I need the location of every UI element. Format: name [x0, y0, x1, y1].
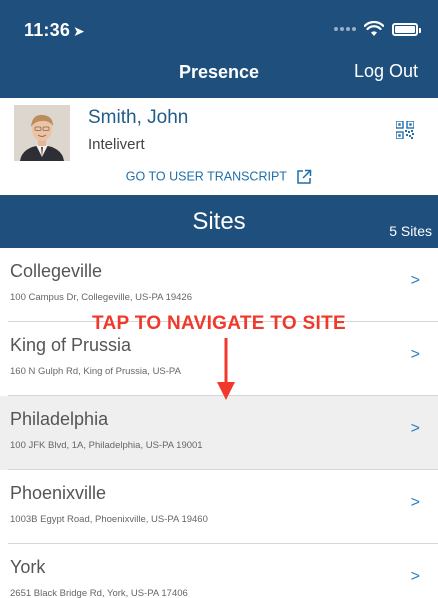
site-row-phoenixville[interactable]: Phoenixville 1003B Egypt Road, Phoenixvi… — [0, 470, 438, 544]
arrow-down-icon — [217, 338, 235, 400]
site-name: York — [10, 557, 46, 577]
chevron-right-icon: > — [410, 494, 420, 511]
site-row-collegeville[interactable]: Collegeville 100 Campus Dr, Collegeville… — [0, 248, 438, 322]
sites-title: Sites — [192, 208, 246, 235]
avatar — [14, 105, 70, 161]
site-address: 100 Campus Dr, Collegeville, US-PA 19426 — [10, 292, 193, 303]
user-organization: Intelivert — [88, 136, 145, 153]
user-name: Smith, John — [88, 107, 189, 128]
site-name: Philadelphia — [10, 409, 109, 429]
chevron-right-icon: > — [410, 272, 420, 289]
status-time: 11:36 ➤ — [24, 20, 85, 41]
chevron-right-icon: > — [410, 420, 420, 437]
qr-code-icon[interactable] — [396, 121, 414, 139]
wifi-icon — [364, 21, 384, 36]
logout-button[interactable]: Log Out — [354, 61, 418, 82]
site-list: Collegeville 100 Campus Dr, Collegeville… — [0, 248, 438, 598]
user-transcript-link[interactable]: GO TO USER TRANSCRIPT — [0, 169, 438, 185]
external-link-icon — [297, 169, 312, 184]
location-arrow-icon: ➤ — [73, 23, 85, 39]
battery-icon — [392, 22, 421, 36]
sites-header: Sites 5 Sites — [0, 195, 438, 248]
avatar-photo — [14, 105, 70, 161]
user-profile: Smith, John Intelivert GO TO USER TRANSC… — [0, 98, 438, 195]
sites-count: 5 Sites — [389, 223, 432, 239]
signal-icon — [334, 27, 356, 31]
site-row-philadelphia[interactable]: Philadelphia 100 JFK Blvd, 1A, Philadelp… — [0, 396, 438, 470]
site-address: 1003B Egypt Road, Phoenixville, US-PA 19… — [10, 514, 208, 525]
site-address: 160 N Gulph Rd, King of Prussia, US-PA — [10, 366, 181, 377]
site-name: King of Prussia — [10, 335, 132, 355]
site-name: Collegeville — [10, 261, 103, 281]
chevron-right-icon: > — [410, 346, 420, 363]
top-bar: 11:36 ➤ Presence Log Out — [0, 0, 438, 98]
status-indicators — [334, 21, 421, 37]
site-address: 2651 Black Bridge Rd, York, US-PA 17406 — [10, 588, 188, 598]
user-transcript-label: GO TO USER TRANSCRIPT — [125, 169, 287, 184]
site-address: 100 JFK Blvd, 1A, Philadelphia, US-PA 19… — [10, 440, 203, 451]
site-name: Phoenixville — [10, 483, 107, 503]
chevron-right-icon: > — [410, 568, 420, 585]
status-time-text: 11:36 — [24, 20, 71, 40]
site-row-york[interactable]: York 2651 Black Bridge Rd, York, US-PA 1… — [0, 544, 438, 598]
annotation-label: TAP TO NAVIGATE TO SITE — [92, 313, 346, 334]
